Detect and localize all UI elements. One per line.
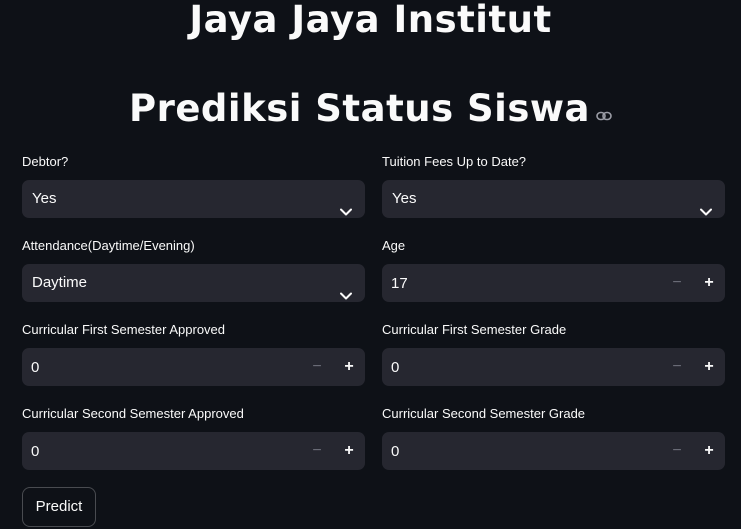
increment-button[interactable]: + — [333, 432, 365, 470]
app-title: Jaya Jaya Institut — [189, 0, 552, 41]
cur1-grade-input[interactable] — [382, 348, 652, 386]
cur1-grade-stepper: − + — [382, 348, 725, 386]
increment-button[interactable]: + — [333, 348, 365, 386]
age-stepper: − + — [382, 264, 725, 302]
cur2-grade-label: Curricular Second Semester Grade — [382, 406, 586, 421]
chevron-down-icon — [340, 193, 352, 231]
decrement-button[interactable]: − — [301, 432, 333, 470]
debtor-select[interactable]: Yes — [22, 180, 365, 218]
tuition-label: Tuition Fees Up to Date? — [382, 154, 527, 169]
link-icon[interactable] — [596, 87, 612, 131]
decrement-button[interactable]: − — [661, 432, 693, 470]
predict-button[interactable]: Predict — [22, 487, 96, 527]
debtor-select-value: Yes — [32, 190, 57, 207]
page-subtitle: Prediksi Status Siswa — [0, 87, 741, 133]
age-label: Age — [382, 238, 406, 253]
chevron-down-icon — [700, 193, 712, 231]
cur2-grade-input[interactable] — [382, 432, 652, 470]
cur1-approved-stepper: − + — [22, 348, 365, 386]
increment-button[interactable]: + — [693, 348, 725, 386]
page-subtitle-text: Prediksi Status Siswa — [128, 87, 591, 130]
cur2-approved-input[interactable] — [22, 432, 292, 470]
cur2-grade-stepper: − + — [382, 432, 725, 470]
attendance-label: Attendance(Daytime/Evening) — [22, 238, 195, 253]
cur1-approved-label: Curricular First Semester Approved — [22, 322, 226, 337]
cur2-approved-label: Curricular Second Semester Approved — [22, 406, 244, 421]
tuition-select[interactable]: Yes — [382, 180, 725, 218]
chevron-down-icon — [340, 277, 352, 315]
cur1-grade-label: Curricular First Semester Grade — [382, 322, 567, 337]
cur1-approved-input[interactable] — [22, 348, 292, 386]
tuition-select-value: Yes — [392, 190, 417, 207]
increment-button[interactable]: + — [693, 432, 725, 470]
cur2-approved-stepper: − + — [22, 432, 365, 470]
increment-button[interactable]: + — [693, 264, 725, 302]
debtor-label: Debtor? — [22, 154, 69, 169]
attendance-select[interactable]: Daytime — [22, 264, 365, 302]
decrement-button[interactable]: − — [661, 264, 693, 302]
decrement-button[interactable]: − — [661, 348, 693, 386]
decrement-button[interactable]: − — [301, 348, 333, 386]
attendance-select-value: Daytime — [32, 274, 88, 291]
age-input[interactable] — [382, 264, 652, 302]
